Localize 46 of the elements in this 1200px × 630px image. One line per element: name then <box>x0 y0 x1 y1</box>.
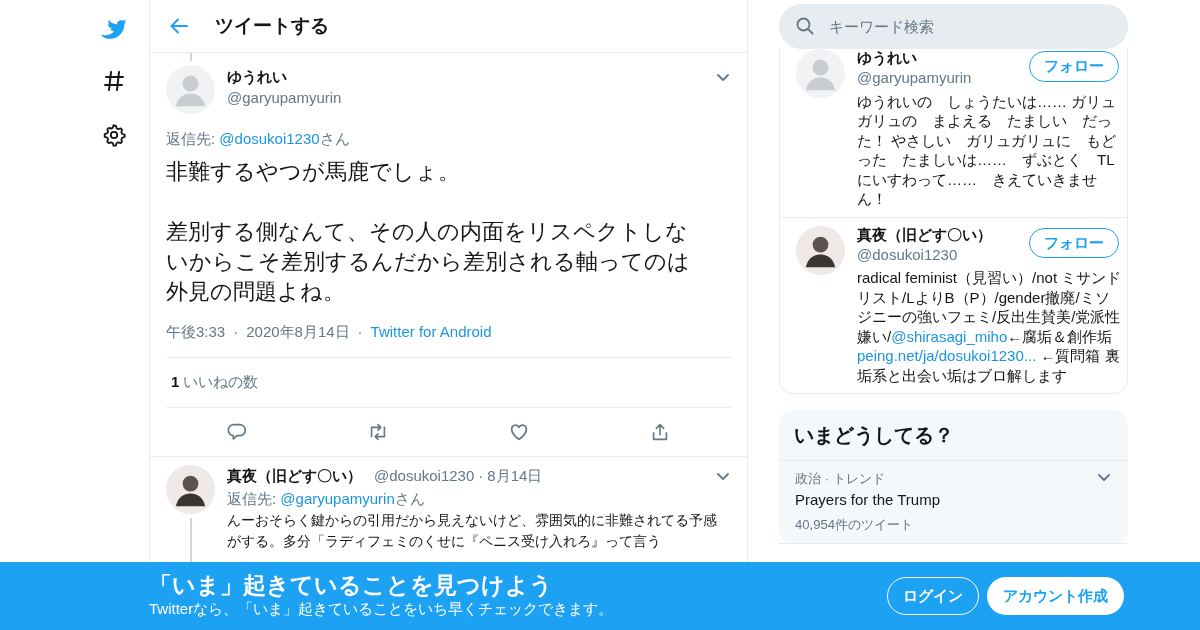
user-bio: radical feminist（見習い）/not ミサンドリスト/LよりB（P）/gender撤廃/ミソジニーの強いフェミ/反出生賛美/党派性嫌い/@shirasagi_miho←腐垢＆創作垢 peing.net/ja/dosukoi1230... ←質問箱 裏垢系と出会い垢はブロ解します <box>857 268 1122 385</box>
like-label[interactable]: いいねの数 <box>183 371 259 394</box>
reply-icon[interactable] <box>225 421 248 443</box>
settings-icon[interactable] <box>102 123 126 147</box>
follow-button[interactable]: フォロー <box>1029 51 1119 82</box>
search-field[interactable]: キーワード検索 <box>779 4 1128 49</box>
mention-link[interactable]: @garyupamyurin <box>280 489 395 507</box>
banner-subtitle: Twitterなら、「いま」起きていることをいち早くチェックできます。 <box>149 598 614 619</box>
banner-title: 「いま」起きていることを見つけよう <box>149 571 554 598</box>
follow-button[interactable]: フォロー <box>1029 227 1119 258</box>
trend-item[interactable]: 政治 · トレンド Prayers for the Trump 40,954件のツイート <box>779 461 1128 544</box>
bio-link[interactable]: peing.net/ja/dosukoi1230... <box>857 347 1037 364</box>
signup-button[interactable]: アカウント作成 <box>987 576 1124 616</box>
user-handle[interactable]: @garyupamyurin <box>857 67 972 90</box>
mention-link[interactable]: @dosukoi1230 <box>219 130 320 147</box>
trends-title: いまどうしてる？ <box>779 410 1128 461</box>
avatar[interactable] <box>796 225 845 275</box>
user-handle[interactable]: @dosukoi1230 <box>857 243 992 266</box>
tweet-text: 差別する側なんて、その人の内面をリスペクトしないからこそ差別するんだから差別される軸ってのは外見の問題よね。 <box>166 217 691 306</box>
trend-category: 政治 · トレンド <box>795 470 886 488</box>
hash-icon[interactable] <box>102 69 126 93</box>
user-name[interactable]: ゆうれい <box>227 67 707 87</box>
timestamp[interactable]: 8月14日 <box>487 465 543 488</box>
avatar[interactable] <box>166 465 215 514</box>
user-name[interactable]: 真夜（旧どす〇い） <box>227 465 362 488</box>
tweet-text: んーおそらく鍵からの引用だから見えないけど、雰囲気的に非難されてる予感がする。多分「ラディフェミのくせに『ペニス受け入れろ』って言う <box>227 511 718 551</box>
bio-link[interactable]: @shirasagi_miho <box>891 327 1008 345</box>
tweet-count: 40,954件のツイート <box>795 516 915 535</box>
user-handle[interactable]: @dosukoi1230 <box>374 465 475 488</box>
timestamp: 2020年8月14日 <box>246 321 350 342</box>
user-name[interactable]: ゆうれい <box>857 49 972 67</box>
reply-to-text: 返信先: @dosukoi1230さん <box>166 129 351 149</box>
trend-name: Prayers for the Trump <box>795 489 941 510</box>
separator: · <box>478 466 484 486</box>
separator: · <box>232 321 240 342</box>
user-name[interactable]: 真夜（旧どす〇い） <box>857 225 992 244</box>
reply-to-text: 返信先: @garyupamyurinさん <box>227 488 426 509</box>
page-title: ツイートする <box>215 13 329 38</box>
user-handle[interactable]: @garyupamyurin <box>227 87 707 110</box>
tweet-text: 非難するやつが馬鹿でしょ。 <box>166 157 461 186</box>
timestamp: 午後3:33 <box>166 321 226 342</box>
like-count[interactable]: 1 <box>171 371 180 394</box>
search-icon <box>795 16 815 36</box>
separator: · <box>356 321 364 342</box>
source-link[interactable]: Twitter for Android <box>370 320 492 343</box>
user-bio: ゆうれいの しょうたいは…… ガリュガリュの まよえる たましい だった！ やさしい ガリュガリュに もどった たましいは…… ずぶとく TLにいすわって…… きえていきません！ <box>857 91 1118 209</box>
